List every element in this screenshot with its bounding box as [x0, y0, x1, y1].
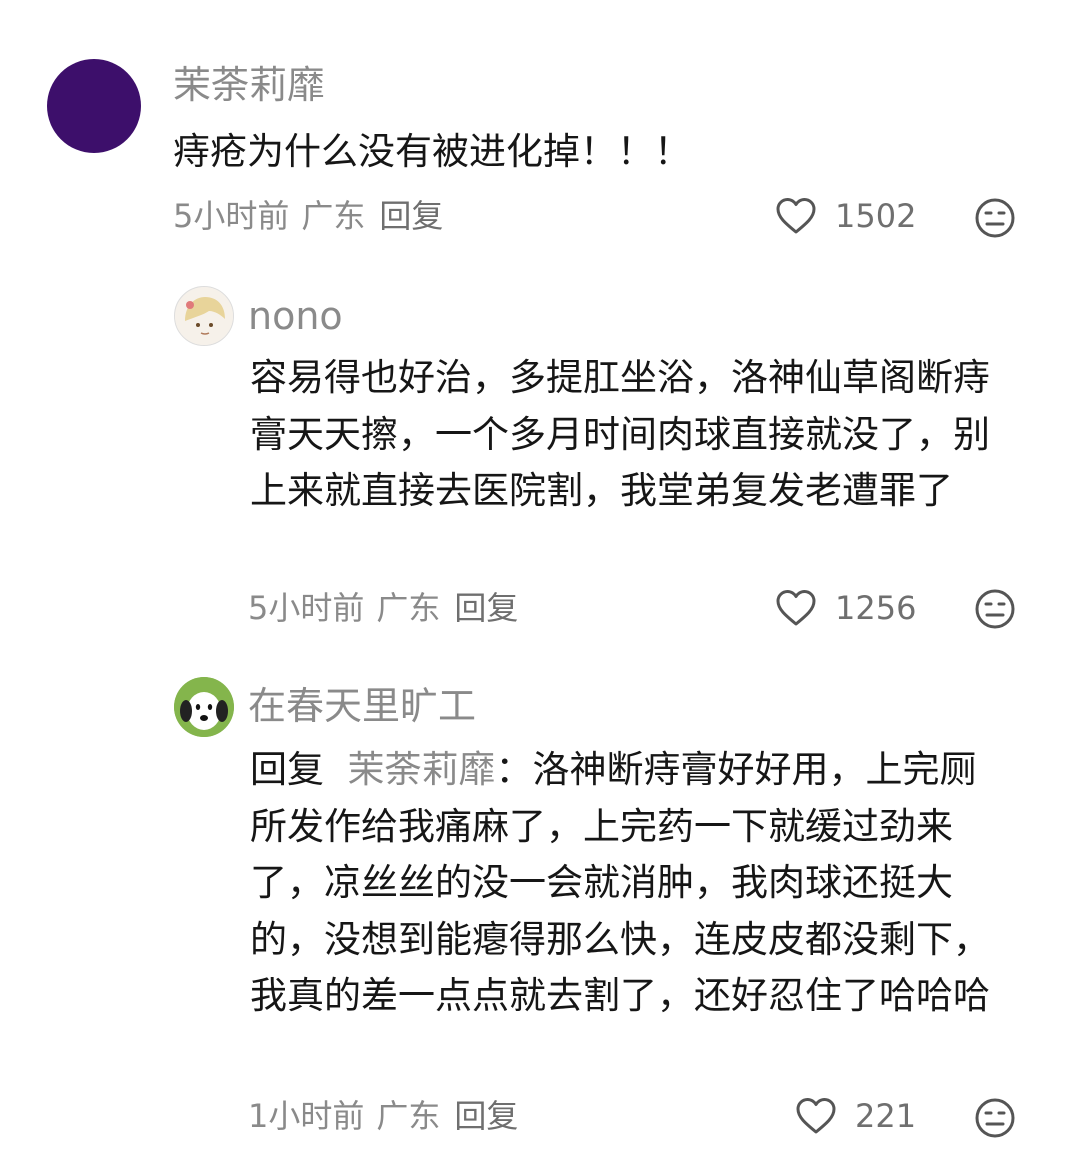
location: 广东	[376, 1097, 441, 1135]
like-button[interactable]: 1502	[775, 196, 916, 236]
reply-prefix: 回复	[250, 748, 324, 791]
username[interactable]: nono	[248, 297, 343, 335]
neutral-face-icon	[975, 589, 1015, 629]
reply-button[interactable]: 回复	[454, 1097, 518, 1135]
neutral-face-icon	[975, 198, 1015, 238]
username[interactable]: 茉荼莉靡	[173, 66, 325, 104]
username[interactable]: 在春天里旷工	[248, 687, 476, 725]
avatar[interactable]	[174, 677, 234, 737]
comment-text: 回复 茉荼莉靡：洛神断痔膏好好用，上完厕所发作给我痛麻了，上完药一下就缓过劲来了…	[250, 742, 1010, 1025]
neutral-face-icon	[975, 1098, 1015, 1138]
location: 广东	[376, 589, 441, 627]
location: 广东	[301, 197, 366, 235]
like-button[interactable]: 221	[795, 1096, 916, 1136]
reply-target-username[interactable]: 茉荼莉靡	[348, 748, 496, 791]
comment-meta: 1小时前 广东 回复	[248, 1100, 530, 1132]
dislike-button[interactable]	[974, 197, 1016, 239]
comment-text: 痔疮为什么没有被进化掉！！！	[173, 130, 691, 173]
reply-button[interactable]: 回复	[379, 197, 443, 235]
timestamp: 5小时前	[248, 589, 365, 627]
dislike-button[interactable]	[974, 588, 1016, 630]
avatar[interactable]	[47, 59, 141, 153]
comment-meta: 5小时前 广东 回复	[248, 592, 530, 624]
heart-outline-icon	[776, 590, 816, 626]
like-count: 1502	[835, 197, 917, 235]
comment-meta: 5小时前 广东 回复	[173, 200, 455, 232]
timestamp: 5小时前	[173, 197, 290, 235]
heart-outline-icon	[796, 1098, 836, 1134]
avatar[interactable]	[174, 286, 234, 346]
comment-text: 容易得也好治，多提肛坐浴，洛神仙草阁断痔膏天天擦，一个多月时间肉球直接就没了，别…	[250, 356, 990, 512]
like-count: 1256	[835, 589, 917, 627]
heart-outline-icon	[776, 198, 816, 234]
like-count: 221	[855, 1097, 917, 1135]
dislike-button[interactable]	[974, 1097, 1016, 1139]
timestamp: 1小时前	[248, 1097, 365, 1135]
like-button[interactable]: 1256	[775, 588, 916, 628]
reply-button[interactable]: 回复	[454, 589, 518, 627]
